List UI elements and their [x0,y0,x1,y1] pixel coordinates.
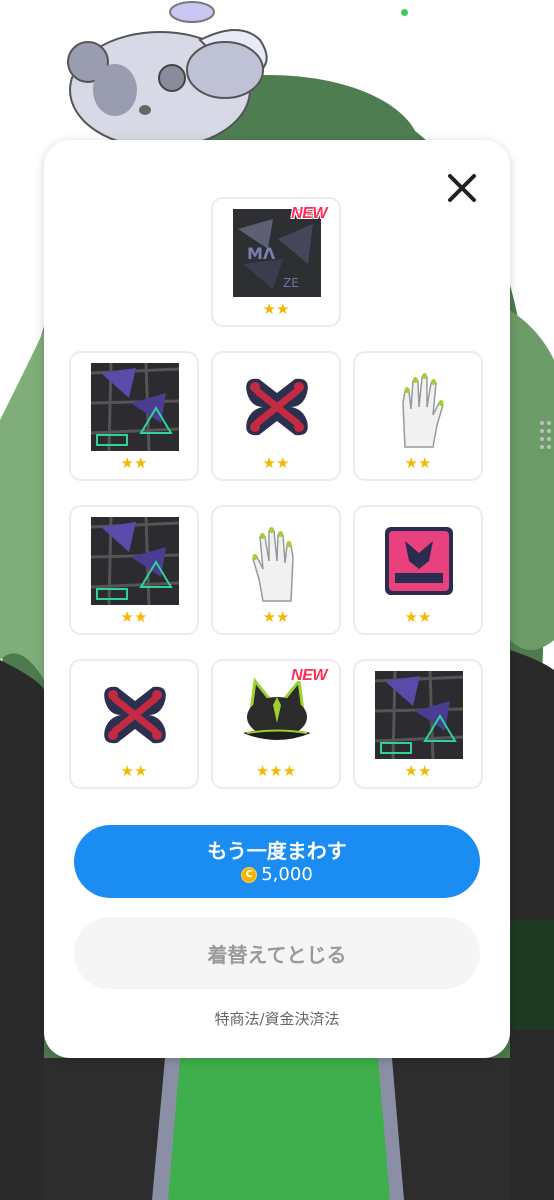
rarity-stars: ★★ [262,608,290,626]
close-icon [448,174,476,202]
item-card[interactable]: ★★ [211,505,341,635]
item-card[interactable]: ★★ [69,505,199,635]
item-card[interactable]: ★★ [69,351,199,481]
svg-text:MΛ: MΛ [247,244,276,263]
side-handle[interactable] [538,418,554,452]
item-white-glove-icon [375,363,463,451]
item-pink-wolf-badge-icon [375,517,463,605]
svg-text:ZE: ZE [283,276,299,290]
spin-again-label: もう一度まわす [207,838,347,863]
coin-icon: C [241,866,258,883]
legal-info-link[interactable]: 特商法/資金決済法 [44,1008,510,1029]
close-button[interactable] [434,166,490,210]
item-card[interactable]: ★★ [69,659,199,789]
item-card[interactable]: MΛ ZE NEW ★★ [211,197,341,327]
rarity-stars: ★★ [404,608,432,626]
rarity-stars: ★★ [404,762,432,780]
new-badge: NEW [291,205,327,222]
new-badge: NEW [291,667,327,684]
item-card[interactable]: ★★ [353,659,483,789]
dress-and-close-button[interactable]: 着替えてとじる [74,917,480,989]
item-pattern-graffiti-icon [91,517,179,605]
item-bone-patch-icon [91,671,179,759]
item-white-glove-icon [233,517,321,605]
rarity-stars: ★★ [120,762,148,780]
rarity-stars: ★★ [404,454,432,472]
item-card[interactable]: NEW ★★★ [211,659,341,789]
rarity-stars: ★★★ [255,762,297,780]
item-pattern-graffiti-icon [375,671,463,759]
rarity-stars: ★★ [120,454,148,472]
status-indicator [401,9,408,16]
item-bone-patch-icon [233,363,321,451]
item-card[interactable]: ★★ [353,505,483,635]
rarity-stars: ★★ [262,454,290,472]
spin-cost: C 5,000 [241,864,313,886]
item-card[interactable]: ★★ [211,351,341,481]
spin-again-button[interactable]: もう一度まわす C 5,000 [74,825,480,898]
item-pattern-graffiti-icon [91,363,179,451]
rarity-stars: ★★ [120,608,148,626]
rarity-stars: ★★ [262,300,290,318]
cost-value: 5,000 [261,863,313,885]
item-card[interactable]: ★★ [353,351,483,481]
